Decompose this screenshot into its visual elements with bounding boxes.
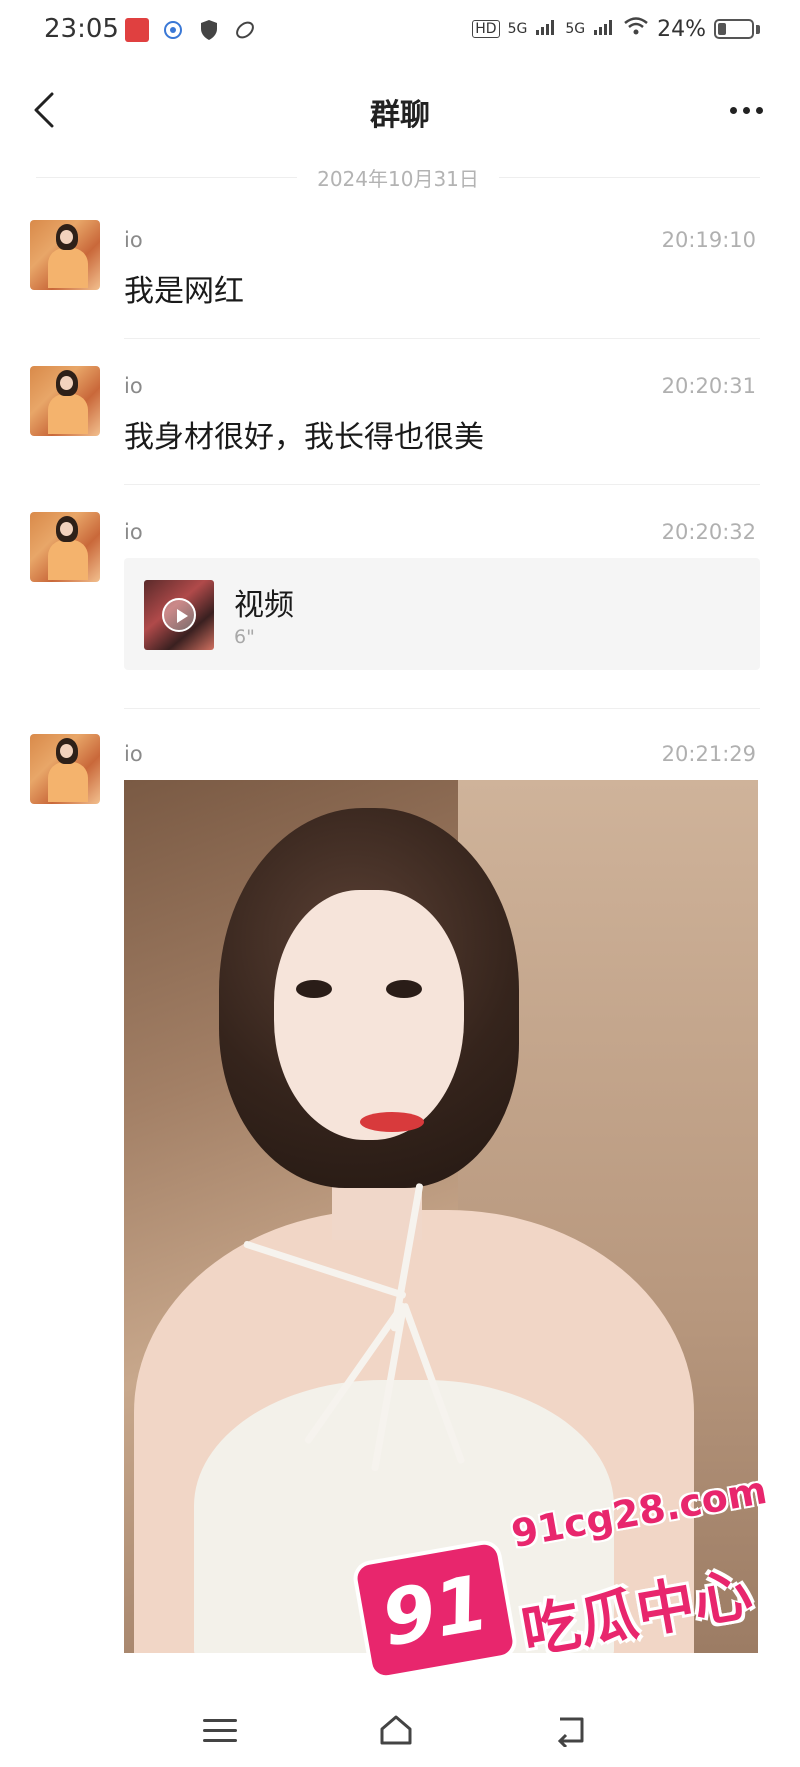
date-divider: 2024年10月31日 bbox=[36, 162, 761, 192]
message-time: 20:20:31 bbox=[661, 374, 756, 398]
menu-button[interactable] bbox=[190, 1708, 250, 1752]
message-time: 20:19:10 bbox=[661, 228, 756, 252]
status-time: 23:05 bbox=[44, 14, 119, 44]
message-item: io 20:21:29 bbox=[0, 734, 800, 1694]
link-icon bbox=[233, 18, 257, 42]
sender-name[interactable]: io bbox=[124, 374, 143, 398]
message-item: io 20:19:10 我是网红 bbox=[0, 220, 800, 340]
signal-2-icon bbox=[593, 17, 615, 42]
play-icon bbox=[162, 598, 196, 632]
home-icon bbox=[380, 1715, 412, 1745]
avatar[interactable] bbox=[30, 366, 100, 436]
system-nav-bar bbox=[0, 1690, 800, 1767]
video-label: 视频 bbox=[234, 588, 294, 623]
notification-icons bbox=[125, 18, 257, 42]
message-time: 20:21:29 bbox=[661, 742, 756, 766]
signal-1-icon bbox=[535, 17, 557, 42]
divider-line bbox=[36, 176, 298, 178]
app-notification-icon bbox=[125, 18, 149, 42]
shield-icon bbox=[197, 18, 221, 42]
message-time: 20:20:32 bbox=[661, 520, 756, 544]
divider-line bbox=[498, 176, 761, 178]
video-duration: 6" bbox=[234, 626, 255, 648]
more-dot-icon bbox=[755, 106, 763, 114]
message-separator bbox=[124, 484, 760, 485]
message-text[interactable]: 我身材很好，我长得也很美 bbox=[124, 412, 484, 456]
more-options-button[interactable] bbox=[722, 90, 770, 130]
back-arrow-icon bbox=[557, 1717, 584, 1747]
nav-bar: 群聊 bbox=[0, 62, 800, 158]
video-thumbnail bbox=[144, 580, 214, 650]
battery-fill bbox=[718, 23, 726, 35]
message-text[interactable]: 我是网红 bbox=[124, 266, 244, 310]
avatar[interactable] bbox=[30, 220, 100, 290]
message-separator bbox=[124, 338, 760, 339]
more-dot-icon bbox=[729, 106, 737, 114]
battery-tip bbox=[756, 24, 760, 34]
sender-name[interactable]: io bbox=[124, 742, 143, 766]
page-title: 群聊 bbox=[370, 98, 430, 133]
battery-icon bbox=[714, 19, 754, 39]
hd-icon: HD bbox=[472, 20, 500, 38]
more-dot-icon bbox=[742, 106, 750, 114]
battery-percent: 24% bbox=[657, 16, 706, 42]
bluetooth-notification-icon bbox=[161, 18, 185, 42]
message-item: io 20:20:31 我身材很好，我长得也很美 bbox=[0, 366, 800, 486]
wifi-icon bbox=[623, 16, 649, 42]
image-message[interactable] bbox=[124, 780, 758, 1653]
sender-name[interactable]: io bbox=[124, 228, 143, 252]
message-separator bbox=[124, 708, 760, 709]
signal-1-label: 5G bbox=[507, 21, 528, 37]
date-label: 2024年10月31日 bbox=[317, 166, 479, 191]
sender-name[interactable]: io bbox=[124, 520, 143, 544]
menu-icon bbox=[203, 1718, 237, 1742]
video-message-card[interactable]: 视频 6" bbox=[124, 558, 760, 670]
avatar[interactable] bbox=[30, 734, 100, 804]
status-right: HD 5G 5G 24% bbox=[472, 16, 760, 42]
status-bar: 23:05 HD 5G 5G 24% bbox=[0, 0, 800, 62]
back-system-button[interactable] bbox=[540, 1708, 600, 1752]
home-button[interactable] bbox=[366, 1708, 426, 1752]
avatar[interactable] bbox=[30, 512, 100, 582]
message-item: io 20:20:32 视频 6" bbox=[0, 512, 800, 712]
signal-2-label: 5G bbox=[565, 21, 586, 37]
